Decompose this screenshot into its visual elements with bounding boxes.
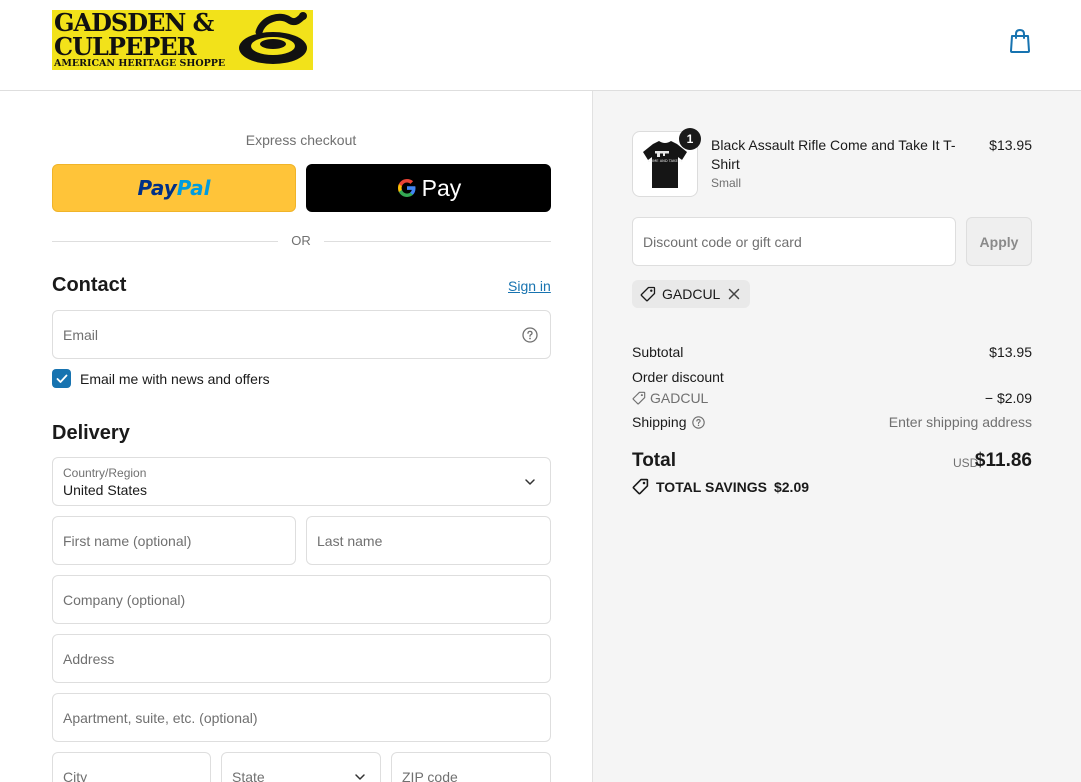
or-divider-text: OR xyxy=(291,233,311,248)
shipping-label: Shipping xyxy=(632,414,687,430)
subtotal-value: $13.95 xyxy=(989,344,1032,360)
city-placeholder: City xyxy=(63,768,88,782)
paypal-label-part2: Pal xyxy=(176,176,211,200)
subtotal-label: Subtotal xyxy=(632,344,684,360)
chevron-down-icon xyxy=(525,478,535,485)
shipping-row: Shipping xyxy=(632,414,705,430)
shirt-print-text: COME AND TAKE IT xyxy=(648,159,683,163)
last-name-field[interactable]: Last name xyxy=(306,516,551,565)
discount-code-input[interactable]: Discount code or gift card xyxy=(632,217,956,266)
header: GADSDEN & CULPEPER AMERICAN HERITAGE SHO… xyxy=(0,0,1081,91)
order-discount-label: Order discount xyxy=(632,369,724,385)
help-circle-icon[interactable] xyxy=(691,415,705,429)
email-field[interactable]: Email xyxy=(52,310,551,359)
apply-discount-button[interactable]: Apply xyxy=(966,217,1032,266)
checkmark-icon xyxy=(56,374,67,383)
last-name-placeholder: Last name xyxy=(317,532,383,549)
product-variant: Small xyxy=(711,176,742,190)
product-price: $13.95 xyxy=(989,137,1032,153)
savings-tag-icon xyxy=(632,478,649,495)
paypal-label-part1: Pay xyxy=(137,176,177,200)
newsletter-checkbox[interactable] xyxy=(52,369,71,388)
city-field[interactable]: City xyxy=(52,752,211,782)
apartment-field[interactable]: Apartment, suite, etc. (optional) xyxy=(52,693,551,742)
sign-in-link[interactable]: Sign in xyxy=(508,278,551,294)
email-placeholder: Email xyxy=(63,326,99,343)
google-pay-button[interactable]: Pay xyxy=(306,164,551,212)
total-amount: $11.86 xyxy=(974,450,1032,471)
help-circle-icon[interactable] xyxy=(522,326,538,343)
tag-icon xyxy=(632,391,646,405)
newsletter-row[interactable]: Email me with news and offers xyxy=(52,369,270,388)
discount-code-label: GADCUL xyxy=(650,390,709,406)
shopping-bag-icon[interactable] xyxy=(1008,28,1032,54)
total-savings: TOTAL SAVINGS $2.09 xyxy=(632,478,809,495)
address-field[interactable]: Address xyxy=(52,634,551,683)
delivery-heading: Delivery xyxy=(52,422,130,444)
zip-field[interactable]: ZIP code xyxy=(391,752,551,782)
state-select[interactable]: State xyxy=(221,752,381,782)
country-label: Country/Region xyxy=(63,466,147,480)
logo-line-3: AMERICAN HERITAGE SHOPPE xyxy=(54,58,226,69)
apartment-placeholder: Apartment, suite, etc. (optional) xyxy=(63,709,258,726)
chevron-down-icon xyxy=(355,773,365,780)
remove-code-icon[interactable] xyxy=(728,288,740,300)
savings-label: TOTAL SAVINGS xyxy=(656,478,767,495)
google-g-icon xyxy=(397,179,416,197)
discount-placeholder: Discount code or gift card xyxy=(643,233,802,250)
applied-code-text: GADCUL xyxy=(662,286,721,302)
discount-code-row: GADCUL xyxy=(632,390,708,406)
tag-icon xyxy=(640,286,656,302)
store-logo[interactable]: GADSDEN & CULPEPER AMERICAN HERITAGE SHO… xyxy=(52,10,313,70)
address-placeholder: Address xyxy=(63,650,115,667)
shipping-value: Enter shipping address xyxy=(888,414,1032,430)
first-name-placeholder: First name (optional) xyxy=(63,532,192,549)
discount-value: − $2.09 xyxy=(984,390,1032,406)
divider-right xyxy=(324,241,551,242)
company-placeholder: Company (optional) xyxy=(63,591,186,608)
contact-heading: Contact xyxy=(52,274,127,296)
snake-icon xyxy=(239,12,307,64)
country-select[interactable]: Country/Region United States xyxy=(52,457,551,506)
state-placeholder: State xyxy=(232,768,265,782)
product-name: Black Assault Rifle Come and Take It T-S… xyxy=(711,137,956,172)
savings-value: $2.09 xyxy=(773,478,810,495)
google-pay-label: Pay xyxy=(421,174,462,201)
paypal-button[interactable]: Pay Pal xyxy=(52,164,296,212)
zip-placeholder: ZIP code xyxy=(402,768,458,782)
quantity-badge: 1 xyxy=(679,128,701,150)
first-name-field[interactable]: First name (optional) xyxy=(52,516,296,565)
country-value: United States xyxy=(63,482,148,498)
total-label: Total xyxy=(632,450,676,471)
divider-left xyxy=(52,241,278,242)
company-field[interactable]: Company (optional) xyxy=(52,575,551,624)
applied-discount-chip: GADCUL xyxy=(632,280,751,308)
express-checkout-title: Express checkout xyxy=(245,132,357,148)
logo-line-2: CULPEPER xyxy=(54,32,197,61)
newsletter-label: Email me with news and offers xyxy=(80,370,270,387)
